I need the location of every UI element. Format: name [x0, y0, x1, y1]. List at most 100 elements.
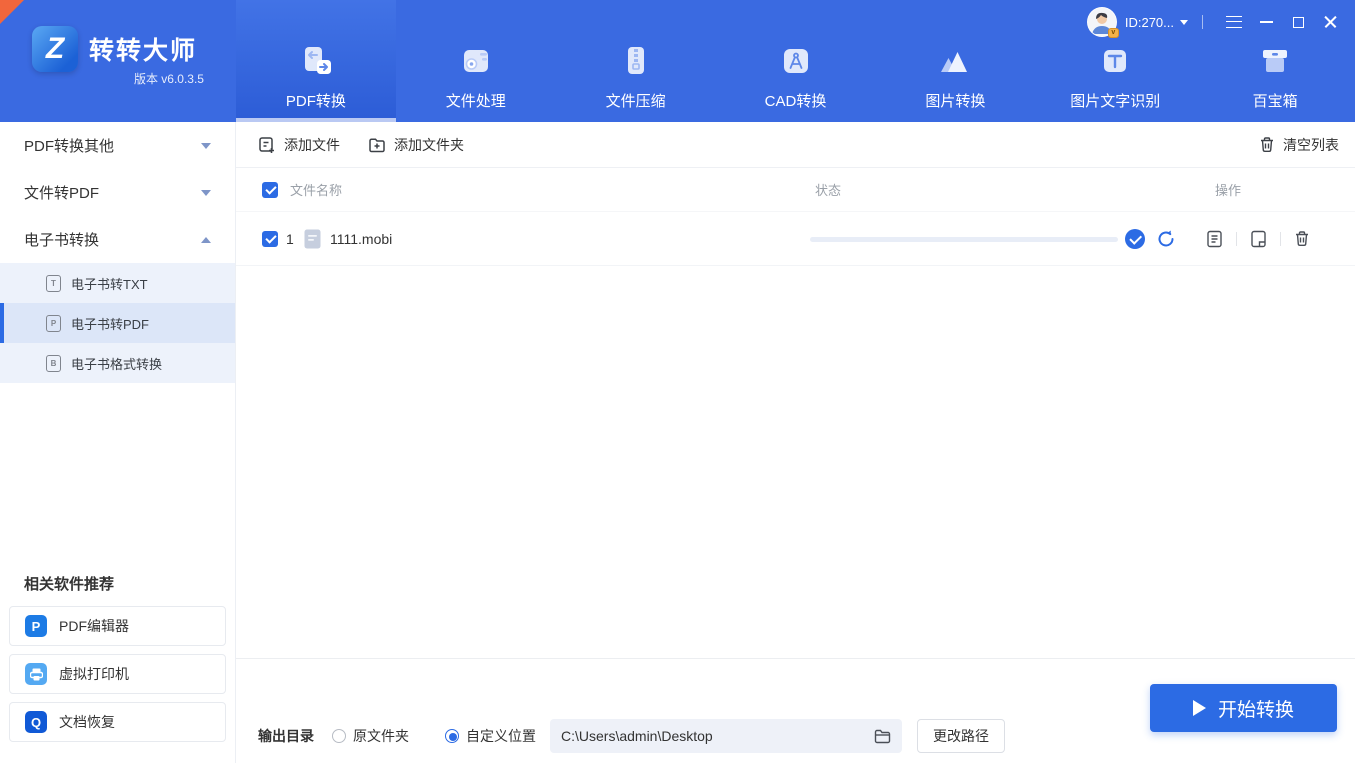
row-checkbox[interactable]	[262, 230, 278, 247]
recommend-item-doc-recovery[interactable]: Q 文档恢复	[9, 702, 226, 742]
recommend-item-virtual-printer[interactable]: 虚拟打印机	[9, 654, 226, 694]
sidebar: PDF转换其他 文件转PDF 电子书转换 T 电子书转TXT P 电子书转PDF…	[0, 122, 236, 763]
add-folder-button[interactable]: 添加文件夹	[368, 135, 464, 155]
chevron-up-icon	[201, 236, 211, 243]
action-divider	[1280, 231, 1281, 246]
txt-file-icon: T	[46, 274, 61, 292]
menu-button[interactable]	[1221, 9, 1247, 35]
mobi-file-icon	[304, 229, 321, 249]
logo-area: Z 转转大师 版本 v6.0.3.5	[0, 0, 236, 122]
virtual-printer-icon	[25, 663, 47, 685]
image-convert-icon	[936, 42, 974, 80]
recommend-label: 文档恢复	[59, 714, 115, 730]
group-label: 文件转PDF	[24, 185, 100, 202]
browse-folder-icon[interactable]	[874, 729, 891, 744]
main-panel: 添加文件 添加文件夹 清空列表 文件名称 状态 操作 1 1111.mobi 输…	[236, 122, 1355, 763]
view-document-icon[interactable]	[1206, 230, 1223, 248]
table-row: 1 1111.mobi	[236, 212, 1355, 266]
minimize-button[interactable]	[1253, 9, 1279, 35]
radio-on-icon[interactable]	[445, 729, 459, 743]
tab-file-compress[interactable]: 文件压缩	[556, 0, 716, 122]
action-divider	[1236, 231, 1237, 246]
add-file-label: 添加文件	[284, 136, 340, 153]
column-header-name: 文件名称	[290, 183, 343, 198]
sidebar-sub-list: T 电子书转TXT P 电子书转PDF B 电子书格式转换	[0, 263, 235, 383]
pdf-editor-icon: P	[25, 615, 47, 637]
tab-label: 图片转换	[925, 93, 986, 110]
ocr-icon	[1096, 42, 1134, 80]
sub-item-label: 电子书转TXT	[71, 276, 148, 292]
app-version: 版本 v6.0.3.5	[133, 72, 204, 86]
tab-label: 文件压缩	[605, 93, 666, 110]
app-brand-title: 转转大师	[89, 37, 198, 65]
sidebar-item-ebook-to-txt[interactable]: T 电子书转TXT	[0, 263, 235, 303]
ebook-file-icon: B	[46, 354, 61, 372]
sidebar-item-ebook-format[interactable]: B 电子书格式转换	[0, 343, 235, 383]
tab-label: 图片文字识别	[1070, 93, 1161, 110]
user-avatar[interactable]: v	[1086, 7, 1119, 38]
dropdown-caret-icon[interactable]	[1180, 19, 1188, 25]
clear-list-trash-icon	[1259, 136, 1275, 153]
sidebar-item-ebook-to-pdf[interactable]: P 电子书转PDF	[0, 303, 235, 343]
vip-badge-icon: v	[1107, 28, 1119, 38]
maximize-button[interactable]	[1285, 9, 1311, 35]
radio-off-icon[interactable]	[332, 729, 346, 743]
file-name: 1111.mobi	[330, 230, 393, 247]
select-all-checkbox[interactable]	[262, 181, 278, 198]
empty-list-area	[236, 266, 1355, 658]
radio-label: 原文件夹	[353, 728, 409, 744]
radio-custom-location[interactable]: 自定义位置	[445, 726, 536, 746]
open-location-icon[interactable]	[1250, 230, 1267, 248]
sidebar-group-pdf-other[interactable]: PDF转换其他	[0, 122, 235, 169]
tab-cad-convert[interactable]: CAD转换	[716, 0, 876, 122]
change-path-button[interactable]: 更改路径	[917, 719, 1005, 753]
list-toolbar: 添加文件 添加文件夹 清空列表	[236, 122, 1355, 168]
play-icon	[1192, 700, 1206, 716]
app-logo-icon: Z	[32, 26, 78, 72]
close-icon	[1324, 16, 1337, 29]
recommend-item-pdf-editor[interactable]: P PDF编辑器	[9, 606, 226, 646]
recommend-label: 虚拟打印机	[59, 666, 129, 682]
clear-list-button[interactable]: 清空列表	[1259, 135, 1339, 155]
tab-image-convert[interactable]: 图片转换	[875, 0, 1035, 122]
recommend-title: 相关软件推荐	[24, 576, 115, 593]
sidebar-group-file-to-pdf[interactable]: 文件转PDF	[0, 169, 235, 216]
start-convert-label: 开始转换	[1217, 699, 1294, 721]
user-id[interactable]: ID:270...	[1125, 15, 1174, 30]
delete-icon[interactable]	[1294, 230, 1310, 247]
add-file-icon	[258, 136, 276, 154]
group-label: 电子书转换	[24, 232, 100, 249]
add-folder-label: 添加文件夹	[394, 136, 464, 153]
sidebar-group-ebook-convert[interactable]: 电子书转换	[0, 216, 235, 263]
titlebar-divider	[1202, 15, 1203, 29]
tab-label: PDF转换	[285, 93, 346, 110]
radio-label: 自定义位置	[466, 728, 536, 744]
maximize-icon	[1292, 16, 1304, 28]
chevron-down-icon	[201, 142, 211, 149]
tab-file-process[interactable]: 文件处理	[396, 0, 556, 122]
menu-icon	[1226, 16, 1242, 28]
output-dir-label: 输出目录	[258, 728, 314, 744]
corner-ribbon-icon	[0, 0, 24, 24]
add-file-button[interactable]: 添加文件	[258, 135, 340, 155]
chevron-down-icon	[201, 189, 211, 196]
close-button[interactable]	[1317, 9, 1343, 35]
recommend-section: 相关软件推荐 P PDF编辑器 虚拟打印机 Q 文档恢复	[0, 573, 235, 763]
pdf-convert-icon	[297, 42, 335, 80]
column-header-actions: 操作	[1215, 183, 1242, 198]
tab-pdf-convert[interactable]: PDF转换	[236, 0, 396, 122]
refresh-icon[interactable]	[1156, 229, 1176, 249]
toolbox-icon	[1256, 42, 1294, 80]
clear-list-label: 清空列表	[1283, 136, 1339, 153]
progress-bar	[810, 237, 1118, 242]
tab-label: CAD转换	[764, 93, 827, 110]
start-convert-button[interactable]: 开始转换	[1150, 684, 1337, 732]
tab-label: 文件处理	[445, 93, 506, 110]
doc-recovery-icon: Q	[25, 711, 47, 733]
sub-item-label: 电子书格式转换	[71, 356, 163, 372]
footer-bar: 输出目录 原文件夹 自定义位置 C:\Users\admin\Desktop 更…	[236, 658, 1355, 763]
output-path-input[interactable]: C:\Users\admin\Desktop	[550, 719, 902, 753]
status-check-icon	[1125, 229, 1145, 249]
radio-original-folder[interactable]: 原文件夹	[332, 726, 409, 746]
titlebar-controls: v ID:270...	[1086, 7, 1343, 38]
